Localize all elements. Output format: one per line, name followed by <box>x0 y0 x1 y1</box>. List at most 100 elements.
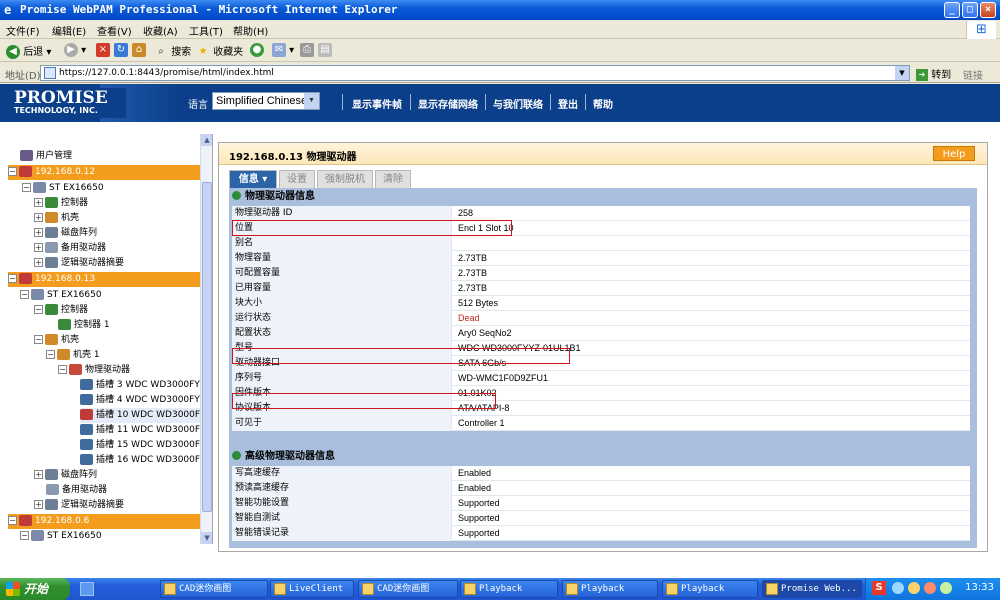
expand-icon[interactable]: + <box>34 228 43 237</box>
expand-icon[interactable]: + <box>34 213 43 222</box>
tree-item-disk-arrays[interactable]: + 磁盘阵列 <box>34 226 97 241</box>
menu-tools[interactable]: 工具(T) <box>189 23 223 38</box>
help-button[interactable]: Help <box>933 146 975 161</box>
tree-item-slot-4[interactable]: 插槽 4 WDC WD3000FYYZ <box>80 393 212 408</box>
taskbar-item[interactable]: CAD迷你画图 <box>358 580 458 598</box>
ime-icon[interactable]: S <box>872 581 886 595</box>
collapse-icon[interactable]: − <box>20 531 29 540</box>
back-button[interactable]: ◀ 后退 ▾ <box>6 43 51 59</box>
nav-show-storage-network[interactable]: 显示存储网络 <box>418 96 478 111</box>
tree-item-host-13[interactable]: − 192.168.0.13 <box>8 272 200 287</box>
collapse-icon[interactable]: − <box>20 290 29 299</box>
close-button[interactable]: × <box>980 2 996 18</box>
expand-icon[interactable]: + <box>34 258 43 267</box>
collapse-icon[interactable]: − <box>8 167 17 176</box>
links-button[interactable]: 链接 <box>963 67 983 82</box>
expand-icon[interactable]: + <box>34 500 43 509</box>
stop-button[interactable]: × <box>96 43 110 57</box>
tree-item-physical-drives[interactable]: − 物理驱动器 <box>58 363 130 378</box>
edit-button[interactable]: ▤ <box>318 43 332 57</box>
forward-button[interactable]: ▶ ▾ <box>64 43 86 57</box>
tree-item-enclosures[interactable]: − 机壳 <box>34 333 79 348</box>
refresh-button[interactable]: ↻ <box>114 43 128 57</box>
nav-logout[interactable]: 登出 <box>558 96 578 111</box>
taskbar: 开始 CAD迷你画图 LiveClient CAD迷你画图 Playback P… <box>0 578 1000 600</box>
section-advanced-info[interactable]: 高级物理驱动器信息 <box>232 450 974 464</box>
tray-icon[interactable] <box>940 582 952 594</box>
tree-item-controllers[interactable]: + 控制器 <box>34 196 88 211</box>
tray-icon[interactable] <box>924 582 936 594</box>
tree-item-user-management[interactable]: 用户管理 <box>20 149 72 164</box>
tree-item-slot-15[interactable]: 插槽 15 WDC WD3000FYY <box>80 438 211 453</box>
menu-favorites[interactable]: 收藏(A) <box>143 23 178 38</box>
collapse-icon[interactable]: − <box>58 365 67 374</box>
tab-settings[interactable]: 设置 <box>279 170 315 188</box>
expand-icon[interactable]: + <box>34 470 43 479</box>
expand-icon[interactable]: + <box>34 243 43 252</box>
scroll-thumb[interactable] <box>202 182 212 512</box>
taskbar-item[interactable]: LiveClient <box>270 580 354 598</box>
nav-help[interactable]: 帮助 <box>593 96 613 111</box>
menu-view[interactable]: 查看(V) <box>97 23 132 38</box>
minimize-button[interactable]: _ <box>944 2 960 18</box>
tree-item-controller-1[interactable]: 控制器 1 <box>58 318 110 333</box>
tree-item-host-6[interactable]: − 192.168.0.6 <box>8 514 200 529</box>
app-icon <box>274 583 286 595</box>
tab-force-offline[interactable]: 强制脱机 <box>317 170 373 188</box>
tree-item-subsystem[interactable]: − ST EX16650 <box>20 529 102 544</box>
tree-item-slot-3[interactable]: 插槽 3 WDC WD3000FYYZ <box>80 378 212 393</box>
address-input[interactable]: https://127.0.0.1:8443/promise/html/inde… <box>40 65 910 81</box>
menu-edit[interactable]: 编辑(E) <box>52 23 86 38</box>
tree-item-slot-16[interactable]: 插槽 16 WDC WD3000FYY <box>80 453 211 468</box>
tree-item-disk-arrays[interactable]: + 磁盘阵列 <box>34 468 97 483</box>
tray-icon[interactable] <box>892 582 904 594</box>
tree-scrollbar[interactable]: ▲ ▼ <box>200 134 212 544</box>
tree-item-subsystem[interactable]: − ST EX16650 <box>22 181 104 196</box>
taskbar-item[interactable]: Playback <box>662 580 758 598</box>
taskbar-item[interactable]: CAD迷你画图 <box>160 580 268 598</box>
collapse-icon[interactable]: − <box>34 335 43 344</box>
tree-item-spare-drives[interactable]: + 备用驱动器 <box>34 241 106 256</box>
tree-item-logical-drive-summary[interactable]: + 逻辑驱动器摘要 <box>34 498 124 513</box>
scroll-up-icon[interactable]: ▲ <box>201 134 212 146</box>
tree-item-spare-drives[interactable]: 备用驱动器 <box>46 483 107 498</box>
collapse-icon[interactable]: − <box>34 305 43 314</box>
taskbar-item[interactable]: Playback <box>460 580 558 598</box>
media-button[interactable]: ● <box>250 43 264 57</box>
menu-file[interactable]: 文件(F) <box>6 23 40 38</box>
taskbar-item[interactable]: Playback <box>562 580 658 598</box>
section-physical-drive-info[interactable]: 物理驱动器信息 <box>232 190 974 204</box>
expand-icon[interactable]: + <box>34 198 43 207</box>
tree-item-slot-10[interactable]: 插槽 10 WDC WD3000FYY <box>80 408 212 423</box>
collapse-icon[interactable]: − <box>46 350 55 359</box>
chevron-down-icon[interactable]: ▼ <box>895 66 909 80</box>
tray-icon[interactable] <box>908 582 920 594</box>
home-button[interactable]: ⌂ <box>132 43 146 57</box>
taskbar-item-active[interactable]: Promise Web... <box>762 580 862 598</box>
favorites-button[interactable]: ★ 收藏夹 <box>196 43 244 59</box>
nav-contact-us[interactable]: 与我们联络 <box>493 96 543 111</box>
print-button[interactable]: ⎙ <box>300 43 314 57</box>
tab-clear[interactable]: 清除 <box>375 170 411 188</box>
go-button[interactable]: ➜ 转到 <box>916 66 951 81</box>
collapse-icon[interactable]: − <box>8 516 17 525</box>
collapse-icon[interactable]: − <box>8 274 17 283</box>
maximize-button[interactable]: □ <box>962 2 978 18</box>
tree-item-slot-11[interactable]: 插槽 11 WDC WD3000FYY <box>80 423 211 438</box>
tree-item-logical-drive-summary[interactable]: + 逻辑驱动器摘要 <box>34 256 124 271</box>
tree-item-enclosure-1[interactable]: − 机壳 1 <box>46 348 100 363</box>
menu-help[interactable]: 帮助(H) <box>233 23 268 38</box>
tree-item-host-12[interactable]: − 192.168.0.12 <box>8 165 200 180</box>
scroll-down-icon[interactable]: ▼ <box>201 532 212 544</box>
search-button[interactable]: ⌕ 搜索 <box>154 43 191 59</box>
collapse-icon[interactable]: − <box>22 183 31 192</box>
nav-show-events[interactable]: 显示事件帧 <box>352 96 402 111</box>
tree-item-controllers[interactable]: − 控制器 <box>34 303 88 318</box>
mail-button[interactable]: ✉ ▾ <box>272 43 294 57</box>
start-button[interactable]: 开始 <box>0 578 70 600</box>
tab-info[interactable]: 信息 ▾ <box>229 170 277 188</box>
language-select[interactable]: Simplified Chinese ▼ <box>212 92 320 110</box>
tree-item-subsystem[interactable]: − ST EX16650 <box>20 288 102 303</box>
tree-item-enclosures[interactable]: + 机壳 <box>34 211 79 226</box>
quick-launch-ie-icon[interactable] <box>80 582 94 596</box>
